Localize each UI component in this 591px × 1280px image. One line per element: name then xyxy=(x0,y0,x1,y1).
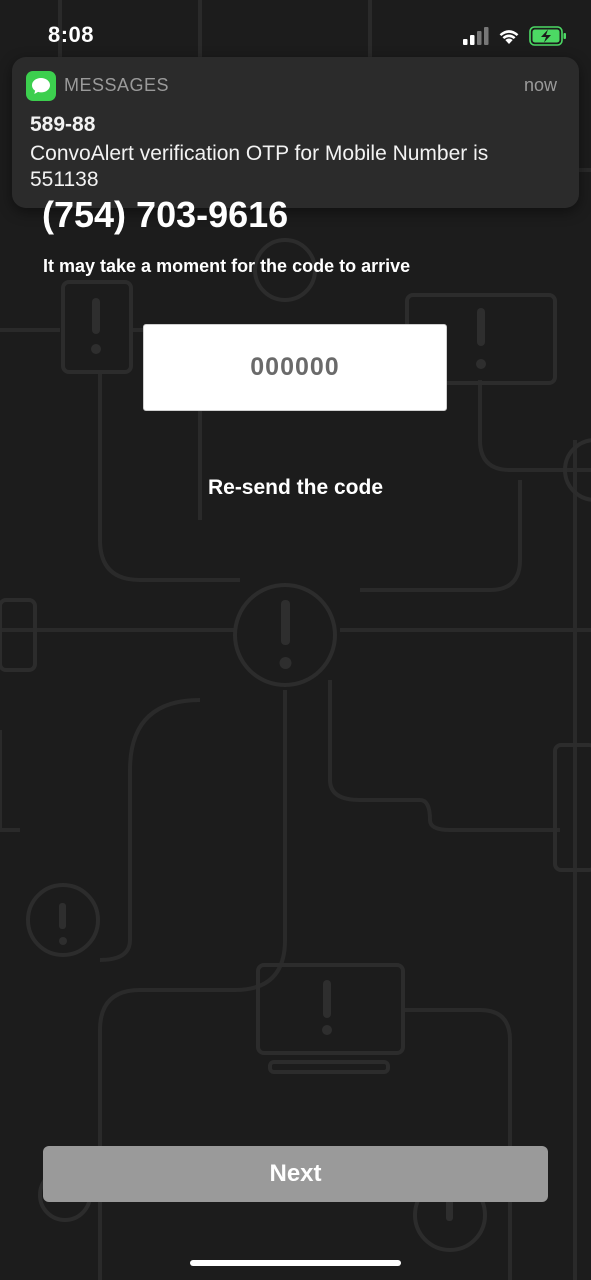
battery-charging-icon xyxy=(529,26,566,46)
notification-body: ConvoAlert verification OTP for Mobile N… xyxy=(30,142,489,191)
notification-sender: 589-88 xyxy=(30,113,96,136)
status-time: 8:08 xyxy=(48,22,95,47)
home-indicator[interactable] xyxy=(190,1260,401,1266)
phone-number: (754) 703-9616 xyxy=(42,194,289,235)
messages-app-icon xyxy=(26,71,56,101)
notification-app-name: MESSAGES xyxy=(64,75,170,95)
resend-code-link[interactable]: Re-send the code xyxy=(0,476,591,500)
code-hint-text: It may take a moment for the code to arr… xyxy=(43,256,411,276)
speech-bubble-icon xyxy=(32,78,50,94)
message-notification[interactable]: MESSAGES now 589-88 ConvoAlert verificat… xyxy=(12,57,579,208)
next-button[interactable]: Next xyxy=(43,1146,548,1202)
status-icons xyxy=(463,26,567,46)
wifi-icon xyxy=(499,30,519,44)
cellular-signal-icon xyxy=(463,27,489,45)
notification-time: now xyxy=(523,75,557,95)
verification-code-input[interactable] xyxy=(143,324,447,411)
